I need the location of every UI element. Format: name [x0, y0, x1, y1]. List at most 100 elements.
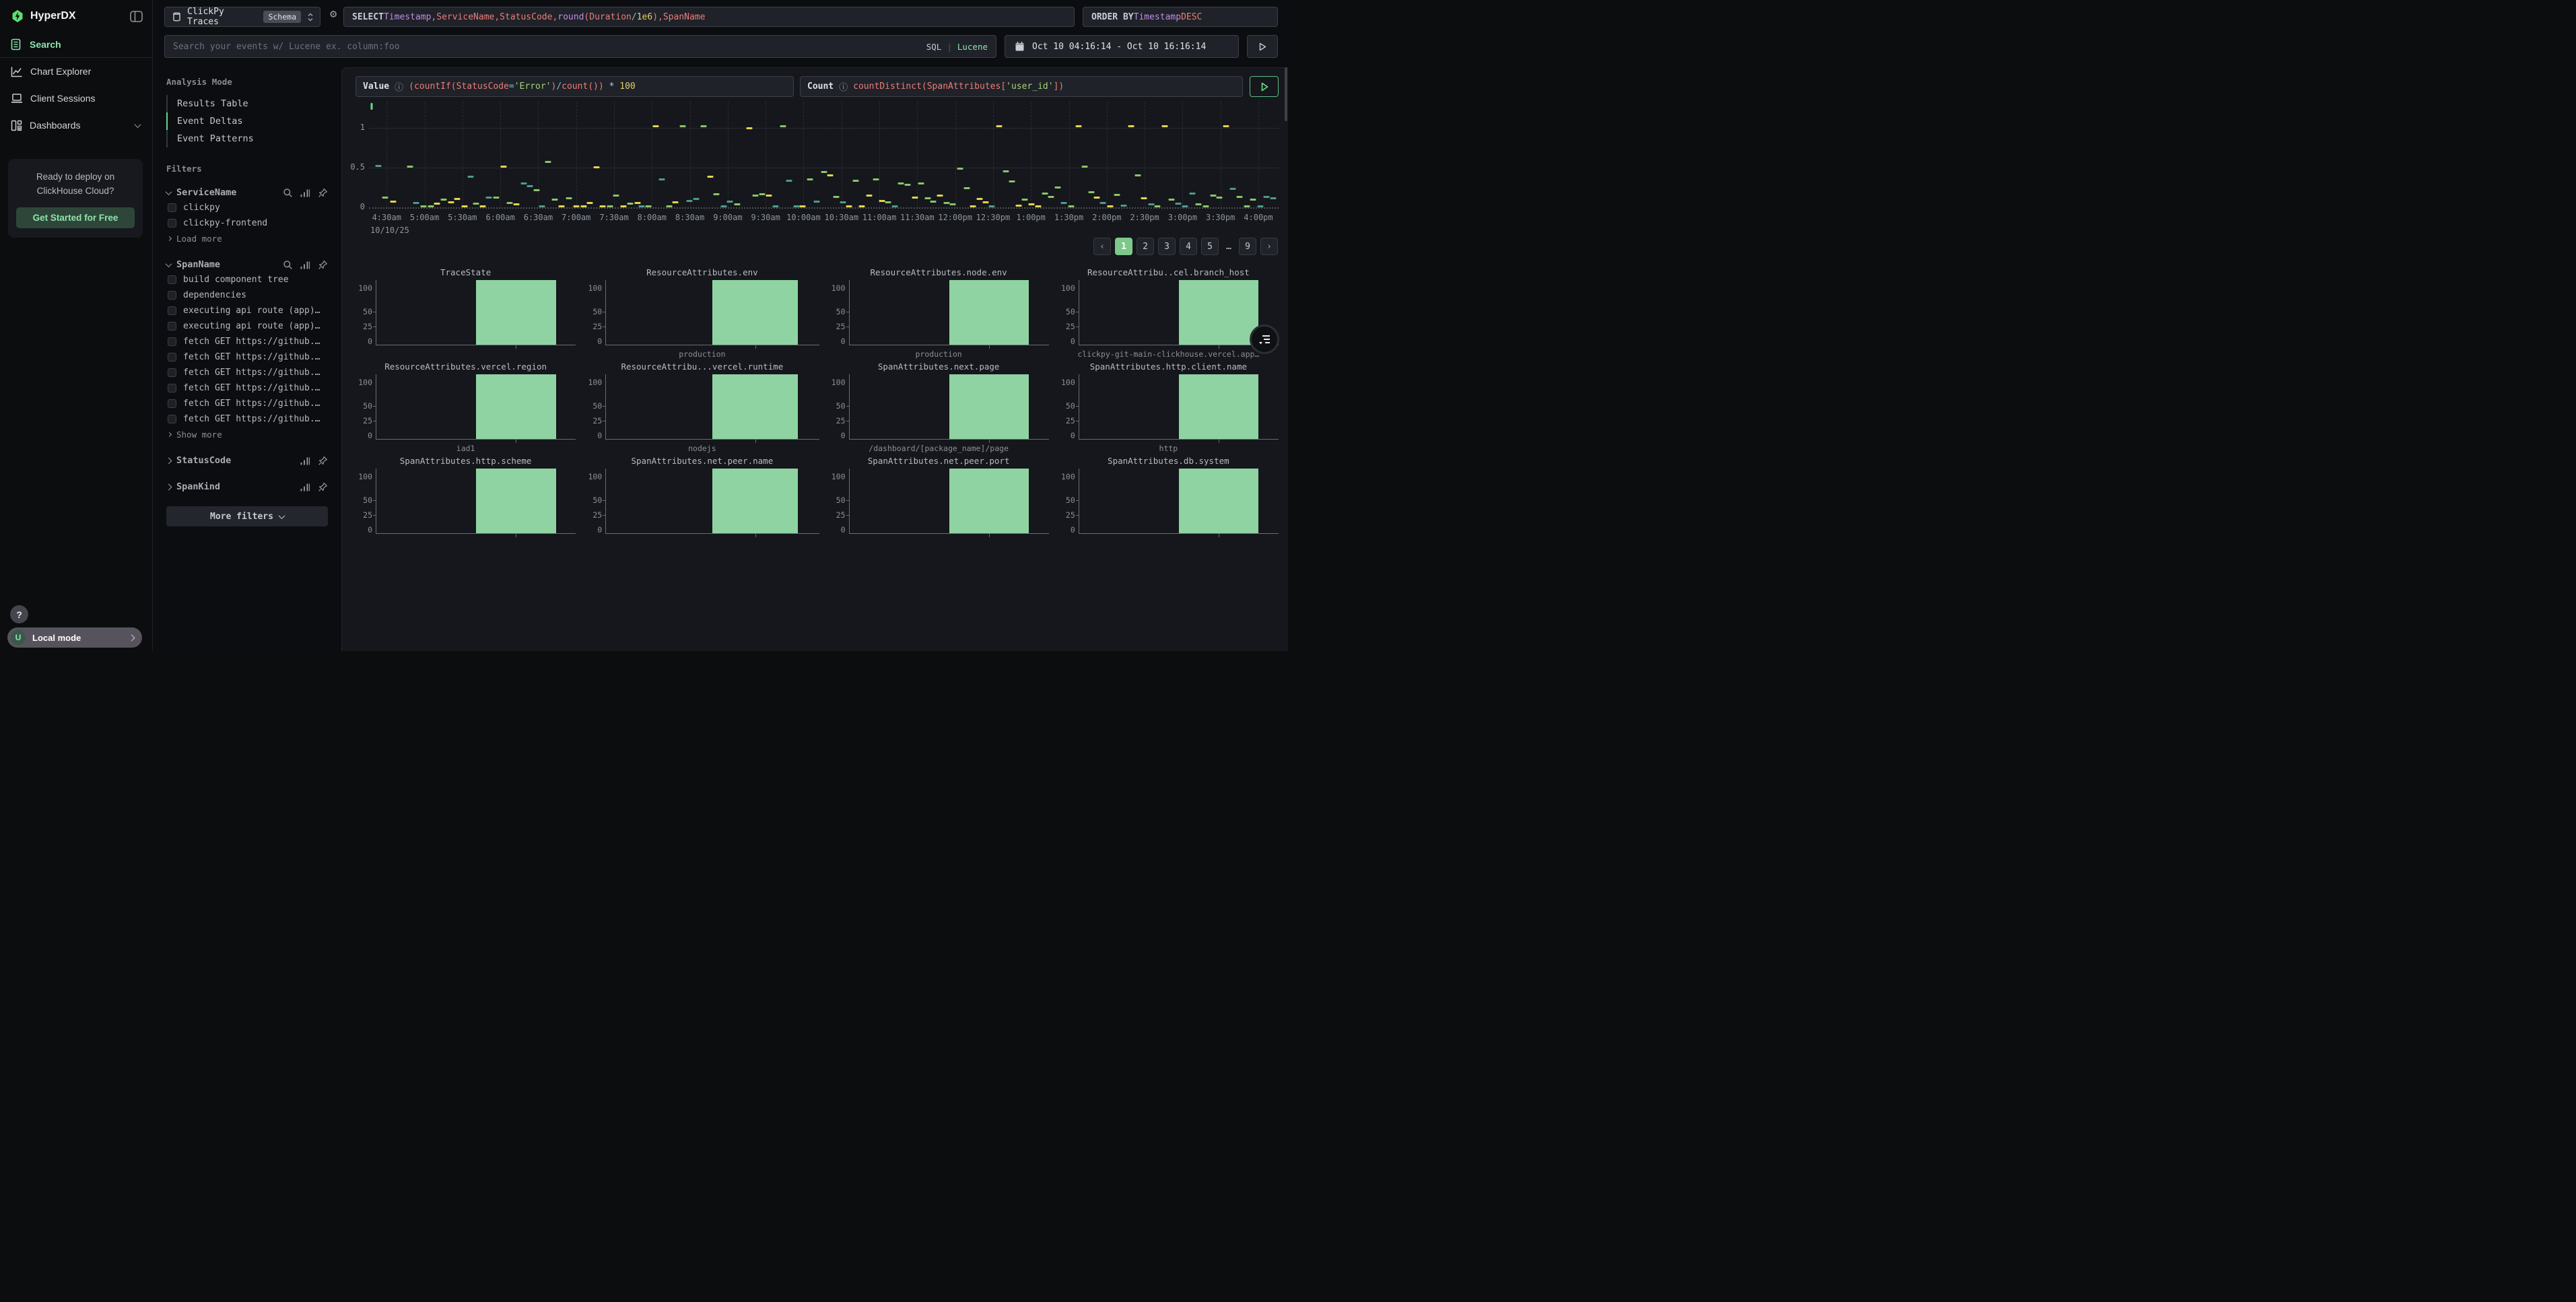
analysis-mode-item-event-deltas[interactable]: Event Deltas [166, 112, 328, 130]
value-expression-input[interactable]: Value ⓘ (countIf(StatusCode='Error')/cou… [355, 76, 794, 97]
scrollbar-thumb[interactable] [1285, 67, 1287, 121]
bar-chart-icon[interactable] [300, 456, 310, 466]
sidebar-item-chart-explorer[interactable]: Chart Explorer [0, 58, 152, 85]
date-range-picker[interactable]: Oct 10 04:16:14 - Oct 10 16:16:14 [1005, 35, 1239, 58]
page-next-button[interactable]: › [1260, 238, 1278, 255]
page-button-2[interactable]: 2 [1137, 238, 1154, 255]
checkbox[interactable] [168, 291, 176, 300]
data-point [720, 205, 726, 207]
page-button-5[interactable]: 5 [1201, 238, 1219, 255]
filter-option[interactable]: executing api route (app)… [168, 318, 328, 334]
facet-chart[interactable]: SpanAttributes.next.page10050250/dashboa… [829, 362, 1049, 450]
analysis-mode-item-results-table[interactable]: Results Table [166, 95, 328, 112]
facet-chart[interactable]: SpanAttributes.net.peer.port100502508443 [829, 456, 1049, 539]
page-button-9[interactable]: 9 [1239, 238, 1256, 255]
filter-option[interactable]: clickpy-frontend [168, 215, 328, 231]
facet-chart[interactable]: ResourceAttributes.env10050250production [585, 267, 819, 355]
page-prev-button[interactable]: ‹ [1093, 238, 1111, 255]
filter-group-servicename[interactable]: ServiceName [166, 185, 328, 200]
search-icon[interactable] [283, 188, 293, 198]
facet-chart[interactable]: TraceState10050250 [355, 267, 576, 355]
count-expression-input[interactable]: Count ⓘ countDistinct(SpanAttributes['us… [800, 76, 1243, 97]
checkbox[interactable] [168, 399, 176, 408]
local-mode-pill[interactable]: U Local mode [7, 627, 142, 648]
facet-chart[interactable]: ResourceAttribu..cel.branch_host10050250… [1058, 267, 1279, 355]
facet-chart[interactable]: ResourceAttributes.vercel.region10050250… [355, 362, 576, 450]
order-by-input[interactable]: ORDER BY Timestamp DESC [1083, 7, 1278, 27]
pin-icon[interactable] [318, 482, 328, 492]
pin-icon[interactable] [318, 456, 328, 466]
checkbox[interactable] [168, 306, 176, 315]
checkbox[interactable] [168, 275, 176, 284]
data-source-select[interactable]: ClickPy Traces Schema [164, 7, 320, 27]
sql-select-input[interactable]: SELECT Timestamp, ServiceName, StatusCod… [343, 7, 1075, 27]
sidebar-item-client-sessions[interactable]: Client Sessions [0, 85, 152, 112]
filter-option[interactable]: fetch GET https://github.… [168, 349, 328, 365]
toggle-lucene[interactable]: Lucene [957, 42, 988, 52]
sidebar-collapse-icon[interactable] [130, 11, 143, 22]
get-started-button[interactable]: Get Started for Free [16, 207, 135, 228]
data-point [479, 205, 485, 207]
facet-chart[interactable]: ResourceAttribu...vercel.runtime10050250… [585, 362, 819, 450]
bar-chart-icon[interactable] [300, 260, 310, 270]
toggle-sql[interactable]: SQL [926, 42, 942, 52]
cloud-promo-card: Ready to deploy on ClickHouse Cloud? Get… [8, 159, 143, 238]
checkbox[interactable] [168, 322, 176, 331]
filter-group-spankind[interactable]: SpanKind [166, 479, 328, 494]
data-point [1093, 197, 1099, 199]
facet-chart[interactable]: SpanAttributes.http.scheme10050250https [355, 456, 576, 539]
facet-chart[interactable]: ResourceAttributes.node.env10050250produ… [829, 267, 1049, 355]
filter-group-spanname[interactable]: SpanName [166, 257, 328, 272]
facet-chart[interactable]: SpanAttributes.net.peer.name10050250z5nr… [585, 456, 819, 539]
page-button-3[interactable]: 3 [1158, 238, 1176, 255]
filter-option[interactable]: dependencies [168, 287, 328, 303]
data-point [1009, 180, 1015, 182]
facet-y-tick-label: 25 [836, 510, 846, 520]
page-button-4[interactable]: 4 [1180, 238, 1197, 255]
gear-icon[interactable]: ⚙ [330, 9, 337, 20]
event-deltas-chart[interactable]: 4:30am5:00am5:30am6:00am6:30am7:00am7:30… [369, 102, 1279, 207]
filter-group-statuscode[interactable]: StatusCode [166, 453, 328, 468]
checkbox[interactable] [168, 337, 176, 346]
checkbox[interactable] [168, 203, 176, 212]
pin-icon[interactable] [318, 188, 328, 198]
filter-option[interactable]: fetch GET https://github.… [168, 396, 328, 411]
apply-metrics-button[interactable] [1250, 76, 1279, 97]
page-button-1[interactable]: 1 [1115, 238, 1132, 255]
help-button[interactable]: ? [10, 605, 28, 623]
checkbox[interactable] [168, 384, 176, 392]
data-point [753, 195, 759, 197]
filter-option[interactable]: fetch GET https://github.… [168, 380, 328, 396]
checkbox[interactable] [168, 415, 176, 423]
filter-option[interactable]: clickpy [168, 200, 328, 215]
search-input[interactable]: Search your events w/ Lucene ex. column:… [164, 35, 996, 58]
bar-chart-icon[interactable] [300, 188, 310, 198]
filter-option[interactable]: executing api route (app)… [168, 303, 328, 318]
facet-chart[interactable]: SpanAttributes.http.client.name10050250h… [1058, 362, 1279, 450]
sidebar-item-search[interactable]: Search [0, 31, 152, 58]
search-icon[interactable] [283, 260, 293, 270]
more-filters-button[interactable]: More filters [166, 506, 328, 526]
filter-option[interactable]: build component tree [168, 272, 328, 287]
filter-option[interactable]: fetch GET https://github.… [168, 365, 328, 380]
data-point [714, 193, 720, 195]
facet-chart-title: ResourceAttribu..cel.branch_host [1058, 267, 1279, 279]
bar-chart-icon[interactable] [300, 482, 310, 492]
checkbox[interactable] [168, 353, 176, 362]
sidebar: HyperDX Search Chart Explorer Client Ses… [0, 0, 153, 651]
pin-icon[interactable] [318, 260, 328, 270]
sidebar-item-dashboards[interactable]: Dashboards [0, 112, 152, 139]
facet-y-tick-label: 100 [588, 378, 602, 387]
filter-option[interactable]: fetch GET https://github.… [168, 334, 328, 349]
load-more-link[interactable]: Load more [168, 231, 328, 246]
show-more-link[interactable]: Show more [168, 427, 328, 442]
chart-settings-fab[interactable] [1250, 324, 1279, 354]
facet-chart-title: SpanAttributes.net.peer.name [585, 456, 819, 467]
data-point [652, 125, 658, 127]
facet-chart[interactable]: SpanAttributes.db.system10050250clickhou… [1058, 456, 1279, 539]
checkbox[interactable] [168, 219, 176, 228]
analysis-mode-item-event-patterns[interactable]: Event Patterns [166, 130, 328, 147]
checkbox[interactable] [168, 368, 176, 377]
filter-option[interactable]: fetch GET https://github.… [168, 411, 328, 427]
run-query-button[interactable] [1247, 35, 1278, 58]
